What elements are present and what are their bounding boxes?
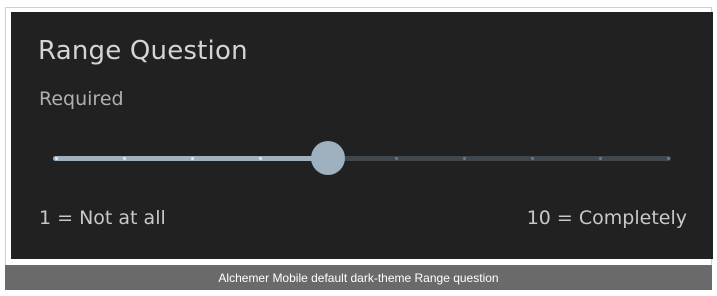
image-caption: Alchemer Mobile default dark-theme Range… [5,265,712,290]
range-min-label: 1 = Not at all [39,207,166,229]
slider-tick [122,157,126,160]
slider-tick [258,157,262,160]
slider-tick [190,157,194,160]
question-title: Range Question [38,36,248,66]
slider-tick [666,157,670,160]
range-question-card: Range Question Required 1 = Not at all 1… [11,12,713,259]
slider-thumb[interactable] [311,141,345,175]
slider-tick [54,157,58,160]
slider-tick [598,157,602,160]
slider-tick [530,157,534,160]
required-label: Required [39,88,124,110]
slider-tick [394,157,398,160]
slider-tick [462,157,466,160]
range-max-label: 10 = Completely [526,207,687,229]
